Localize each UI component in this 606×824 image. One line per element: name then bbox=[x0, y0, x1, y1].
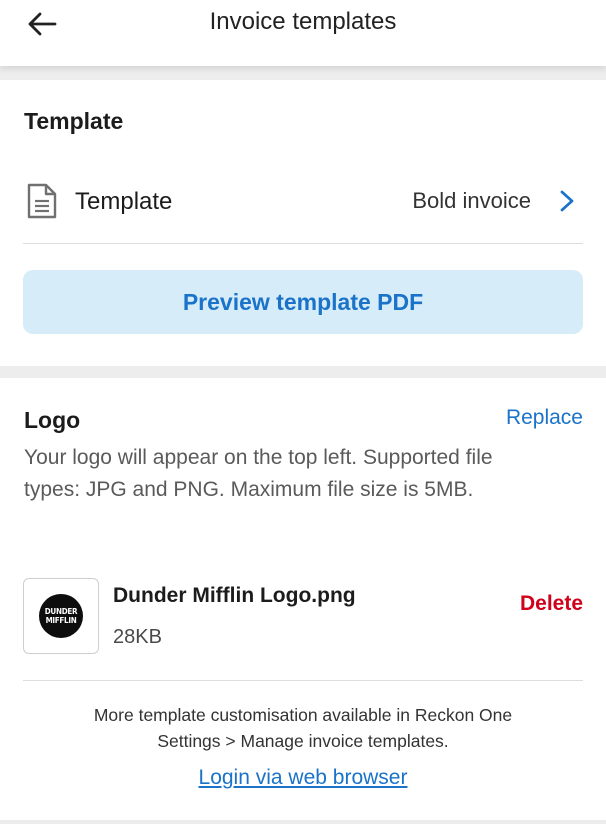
customisation-info-line-1: More template customisation available in… bbox=[93, 705, 513, 725]
customisation-info-line-2: Settings > Manage invoice templates. bbox=[157, 731, 449, 751]
logo-section-title: Logo bbox=[24, 407, 81, 433]
logo-file-size: 28KB bbox=[113, 626, 162, 648]
logo-description: Your logo will appear on the top left. S… bbox=[24, 446, 493, 501]
logo-card: Logo Replace Your logo will appear on th… bbox=[0, 378, 606, 820]
divider bbox=[23, 680, 583, 681]
template-card: Template Template Bold invoice Preview t… bbox=[0, 80, 606, 366]
logo-thumb-text-2: MIFFLIN bbox=[45, 616, 77, 625]
logo-thumbnail: DUNDER MIFFLIN bbox=[23, 578, 99, 654]
login-web-browser-link[interactable]: Login via web browser bbox=[0, 766, 606, 790]
preview-template-pdf-button[interactable]: Preview template PDF bbox=[23, 270, 583, 334]
delete-logo-button[interactable]: Delete bbox=[520, 592, 583, 616]
template-selector-row[interactable]: Template Bold invoice bbox=[0, 172, 606, 232]
page-title: Invoice templates bbox=[209, 8, 397, 35]
dunder-mifflin-logo-image: DUNDER MIFFLIN bbox=[39, 594, 83, 638]
customisation-info: More template customisation available in… bbox=[0, 702, 606, 754]
replace-logo-link[interactable]: Replace bbox=[506, 406, 583, 430]
template-section-title: Template bbox=[24, 108, 124, 134]
app-bar: Invoice templates bbox=[0, 0, 606, 66]
template-row-value: Bold invoice bbox=[412, 188, 531, 213]
chevron-right-icon bbox=[560, 190, 574, 212]
template-row-label: Template bbox=[75, 188, 173, 215]
divider bbox=[23, 243, 583, 244]
document-icon bbox=[27, 183, 57, 219]
logo-thumb-text-1: DUNDER bbox=[44, 607, 78, 616]
logo-file-name: Dunder Mifflin Logo.png bbox=[113, 584, 356, 607]
